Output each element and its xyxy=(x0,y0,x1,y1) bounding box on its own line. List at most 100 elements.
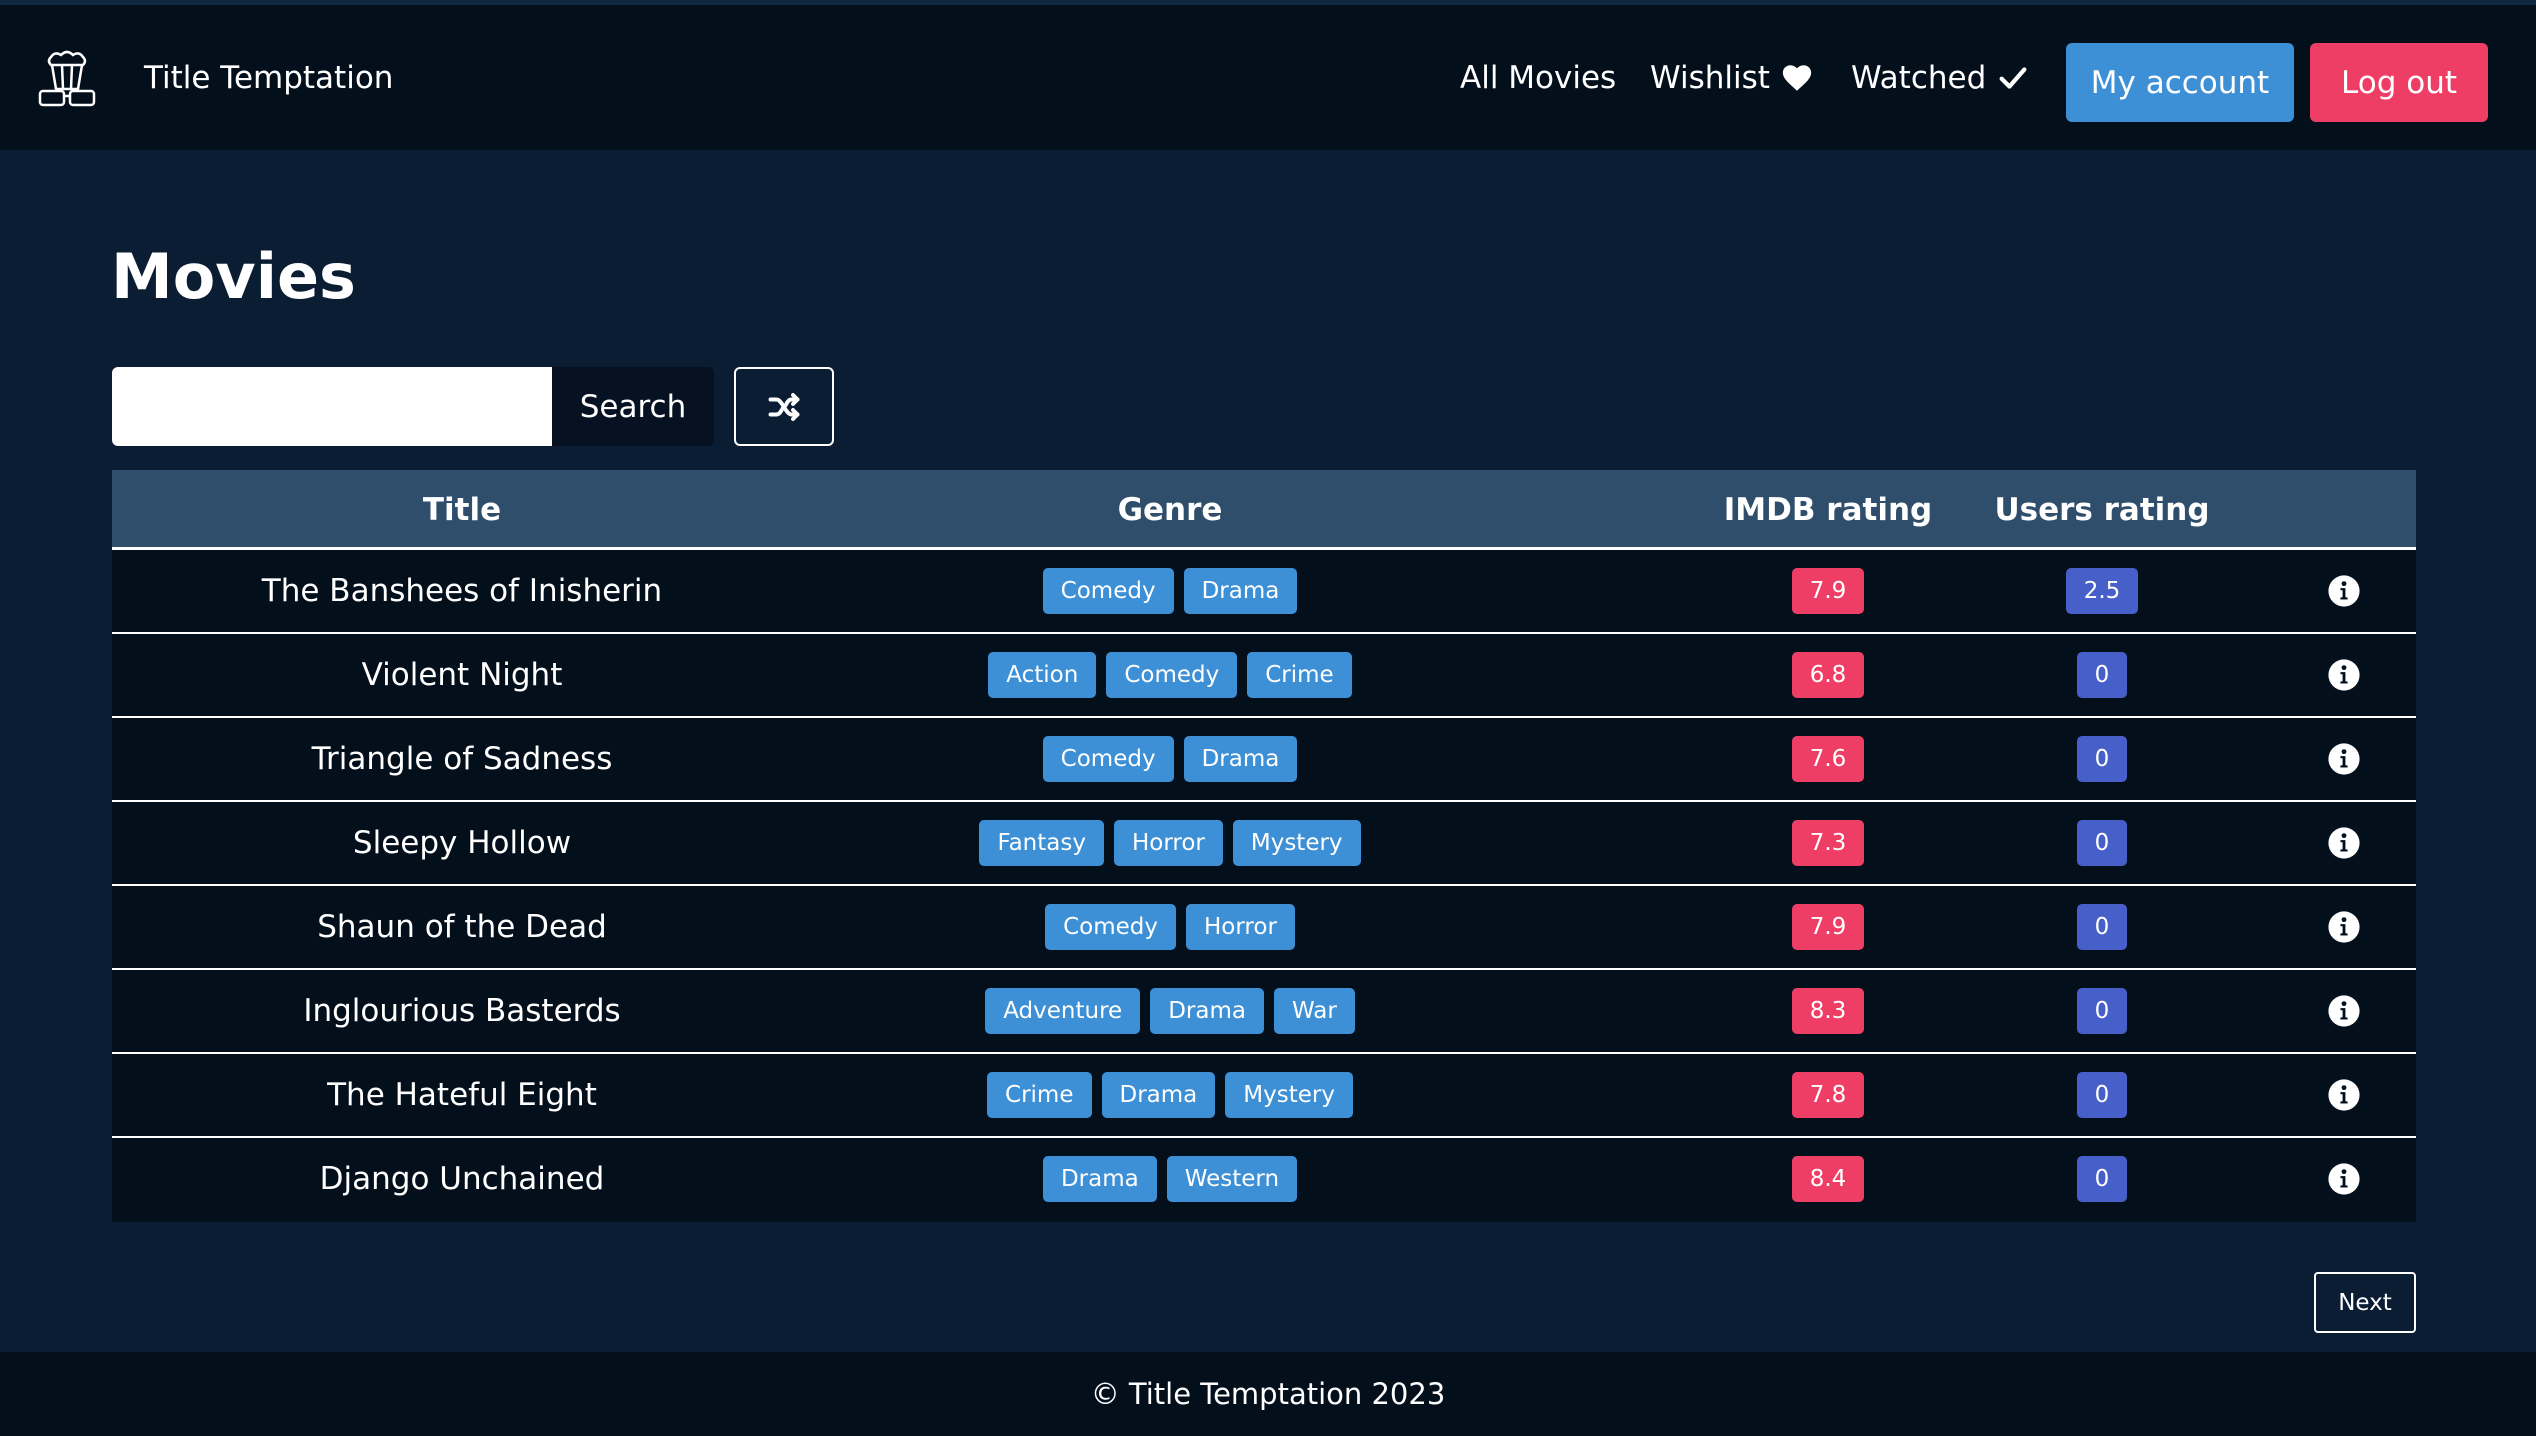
movie-title[interactable]: The Banshees of Inisherin xyxy=(112,550,812,632)
info-circle-icon xyxy=(2328,911,2360,943)
users-rating-cell: 0 xyxy=(1932,970,2272,1052)
genre-list: Fantasy Horror Mystery xyxy=(812,802,1528,884)
users-rating-cell: 2.5 xyxy=(1932,550,2272,632)
movie-title[interactable]: Triangle of Sadness xyxy=(112,718,812,800)
users-rating-badge: 0 xyxy=(2076,988,2128,1034)
genre-badge: Adventure xyxy=(985,988,1141,1034)
nav-all-movies-label: All Movies xyxy=(1460,60,1617,96)
genre-list: Comedy Drama xyxy=(812,550,1528,632)
movie-title[interactable]: Sleepy Hollow xyxy=(112,802,812,884)
table-row: Django Unchained Drama Western 8.4 0 xyxy=(112,1138,2416,1222)
popcorn-3d-glasses-icon[interactable] xyxy=(37,49,97,109)
imdb-rating-badge: 6.8 xyxy=(1791,652,1865,698)
imdb-rating-badge: 7.3 xyxy=(1791,820,1865,866)
genre-badge: Comedy xyxy=(1106,652,1238,698)
info-button[interactable] xyxy=(2272,718,2416,800)
info-circle-icon xyxy=(2328,743,2360,775)
movie-title[interactable]: Shaun of the Dead xyxy=(112,886,812,968)
users-rating-badge: 0 xyxy=(2076,736,2128,782)
genre-badge: Crime xyxy=(987,1072,1092,1118)
genre-badge: Mystery xyxy=(1225,1072,1353,1118)
table-row: Sleepy Hollow Fantasy Horror Mystery 7.3 0 xyxy=(112,802,2416,886)
genre-badge: Mystery xyxy=(1232,820,1361,866)
nav-watched[interactable]: Watched xyxy=(1851,60,2030,96)
table-row: Violent Night Action Comedy Crime 6.8 0 xyxy=(112,634,2416,718)
nav-wishlist-label: Wishlist xyxy=(1650,60,1770,96)
genre-badge: Drama xyxy=(1183,568,1298,614)
table-body: The Banshees of Inisherin Comedy Drama 7.9 2… xyxy=(112,550,2416,1222)
table-row: Shaun of the Dead Comedy Horror 7.9 0 xyxy=(112,886,2416,970)
genre-list: Adventure Drama War xyxy=(812,970,1528,1052)
users-rating-cell: 0 xyxy=(1932,718,2272,800)
imdb-rating-badge: 7.8 xyxy=(1791,1072,1865,1118)
info-button[interactable] xyxy=(2272,550,2416,632)
check-icon xyxy=(1999,67,2027,89)
users-rating-cell: 0 xyxy=(1932,886,2272,968)
footer-copyright: © Title Temptation 2023 xyxy=(1090,1377,1446,1411)
search-input[interactable] xyxy=(112,367,552,446)
nav-watched-label: Watched xyxy=(1851,60,1987,96)
shuffle-icon xyxy=(768,392,800,421)
table-row: The Banshees of Inisherin Comedy Drama 7.9 2… xyxy=(112,550,2416,634)
movie-title[interactable]: Violent Night xyxy=(112,634,812,716)
genre-list: Comedy Drama xyxy=(812,718,1528,800)
table-header: Title Genre IMDB rating Users rating xyxy=(112,470,2416,550)
info-circle-icon xyxy=(2328,827,2360,859)
info-circle-icon xyxy=(2328,575,2360,607)
info-circle-icon xyxy=(2328,1079,2360,1111)
genre-badge: Western xyxy=(1166,1156,1298,1202)
users-rating-cell: 0 xyxy=(1932,802,2272,884)
table-row: The Hateful Eight Crime Drama Mystery 7.8 0 xyxy=(112,1054,2416,1138)
my-account-button[interactable]: My account xyxy=(2066,43,2294,122)
info-button[interactable] xyxy=(2272,1138,2416,1220)
info-circle-icon xyxy=(2328,1163,2360,1195)
genre-badge: Fantasy xyxy=(979,820,1104,866)
users-rating-cell: 0 xyxy=(1932,634,2272,716)
users-rating-badge: 2.5 xyxy=(2065,568,2139,614)
logout-button[interactable]: Log out xyxy=(2310,43,2488,122)
users-rating-badge: 0 xyxy=(2076,820,2128,866)
genre-badge: Horror xyxy=(1113,820,1223,866)
users-rating-cell: 0 xyxy=(1932,1138,2272,1220)
users-rating-badge: 0 xyxy=(2076,652,2128,698)
users-rating-badge: 0 xyxy=(2076,1156,2128,1202)
shuffle-button[interactable] xyxy=(734,367,834,446)
info-button[interactable] xyxy=(2272,802,2416,884)
movie-title[interactable]: The Hateful Eight xyxy=(112,1054,812,1136)
genre-badge: Comedy xyxy=(1042,568,1174,614)
nav-all-movies[interactable]: All Movies xyxy=(1460,60,1616,96)
info-button[interactable] xyxy=(2272,1054,2416,1136)
users-rating-badge: 0 xyxy=(2076,1072,2128,1118)
genre-list: Crime Drama Mystery xyxy=(812,1054,1528,1136)
genre-list: Action Comedy Crime xyxy=(812,634,1528,716)
genre-badge: Comedy xyxy=(1045,904,1176,950)
info-button[interactable] xyxy=(2272,634,2416,716)
genre-list: Drama Western xyxy=(812,1138,1528,1220)
header-title: Title xyxy=(422,492,502,528)
info-button[interactable] xyxy=(2272,886,2416,968)
page-title: Movies xyxy=(111,240,356,313)
genre-badge: Drama xyxy=(1042,1156,1157,1202)
imdb-rating-badge: 7.9 xyxy=(1791,904,1865,950)
table-row: Inglourious Basterds Adventure Drama War 8.3… xyxy=(112,970,2416,1054)
users-rating-badge: 0 xyxy=(2076,904,2128,950)
brand-name[interactable]: Title Temptation xyxy=(144,60,393,96)
header-users-rating: Users rating xyxy=(1994,492,2210,528)
users-rating-cell: 0 xyxy=(1932,1054,2272,1136)
genre-badge: Horror xyxy=(1186,904,1295,950)
table-row: Triangle of Sadness Comedy Drama 7.6 0 xyxy=(112,718,2416,802)
info-button[interactable] xyxy=(2272,970,2416,1052)
movie-title[interactable]: Inglourious Basterds xyxy=(112,970,812,1052)
navbar: Title Temptation All Movies Wishlist Wat… xyxy=(0,0,2536,150)
imdb-rating-badge: 7.9 xyxy=(1791,568,1865,614)
imdb-rating-badge: 8.4 xyxy=(1791,1156,1865,1202)
nav-wishlist[interactable]: Wishlist xyxy=(1650,60,1814,96)
info-circle-icon xyxy=(2328,995,2360,1027)
imdb-rating-badge: 7.6 xyxy=(1791,736,1865,782)
next-page-button[interactable]: Next xyxy=(2314,1272,2416,1333)
info-circle-icon xyxy=(2328,659,2360,691)
genre-badge: Drama xyxy=(1150,988,1264,1034)
search-button[interactable]: Search xyxy=(552,367,714,446)
genre-badge: Crime xyxy=(1247,652,1352,698)
movie-title[interactable]: Django Unchained xyxy=(112,1138,812,1220)
